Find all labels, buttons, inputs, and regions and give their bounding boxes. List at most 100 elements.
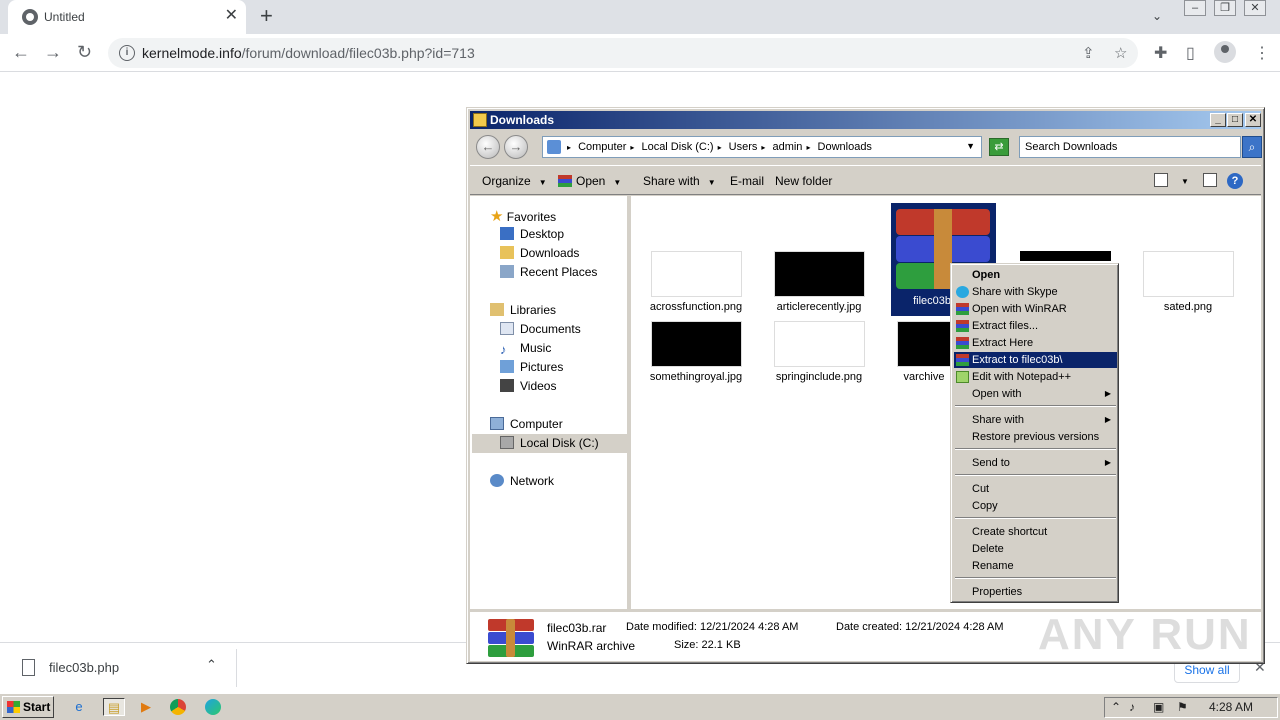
menu-restore-versions[interactable]: Restore previous versions [954, 429, 1117, 445]
share-icon[interactable]: ⇪ [1082, 44, 1095, 62]
close-window-icon[interactable]: ✕ [1244, 0, 1266, 16]
tab-search-icon[interactable]: ⌄ [1152, 9, 1162, 23]
new-tab-icon[interactable]: + [260, 4, 273, 28]
view-dropdown-icon[interactable]: ▼ [1181, 177, 1189, 186]
image-thumbnail [651, 321, 742, 367]
menu-share-with[interactable]: Share with ▶ [954, 412, 1117, 428]
tray-expand-icon[interactable]: ⌃ [1111, 700, 1121, 714]
details-modified: Date modified: 12/21/2024 4:28 AM [626, 621, 799, 633]
forward-icon[interactable]: → [504, 135, 528, 159]
menu-properties[interactable]: Properties [954, 584, 1117, 600]
nav-recent-places[interactable]: Recent Places [500, 265, 597, 279]
media-player-icon[interactable]: ▶ [137, 698, 155, 716]
side-panel-icon[interactable]: ▯ [1186, 43, 1195, 63]
browser-tab[interactable]: Untitled ✕ [8, 0, 246, 34]
nav-local-disk[interactable]: Local Disk (C:) [472, 434, 627, 453]
internet-explorer-icon[interactable]: e [70, 698, 88, 716]
start-button[interactable]: Start [2, 696, 54, 718]
menu-delete[interactable]: Delete [954, 541, 1117, 557]
explorer-window: Downloads _ □ ✕ ← → ▸ Computer ▸ Local Di… [466, 107, 1265, 664]
crumb-users[interactable]: Users [729, 141, 758, 153]
nav-computer[interactable]: Computer [490, 417, 563, 431]
menu-cut[interactable]: Cut [954, 481, 1117, 497]
nav-music[interactable]: ♪ Music [500, 341, 551, 356]
minimize-icon[interactable]: – [1184, 0, 1206, 16]
menu-send-to[interactable]: Send to ▶ [954, 455, 1117, 471]
reload-icon[interactable]: ↻ [77, 42, 92, 62]
nav-label: Local Disk (C:) [520, 436, 599, 450]
new-folder-button[interactable]: New folder [775, 174, 832, 188]
menu-label: Extract Here [972, 337, 1034, 349]
search-icon[interactable]: ⌕ [1242, 136, 1262, 158]
nav-libraries[interactable]: Libraries [490, 303, 556, 317]
file-list: acrossfunction.png articlerecently.jpg f… [631, 196, 1261, 609]
image-thumbnail[interactable] [1020, 251, 1111, 261]
menu-rename[interactable]: Rename [954, 558, 1117, 574]
menu-copy[interactable]: Copy [954, 498, 1117, 514]
crumb-admin[interactable]: admin [772, 141, 802, 153]
menu-separator [955, 474, 1116, 476]
window-titlebar[interactable]: Downloads _ □ ✕ [470, 111, 1261, 129]
menu-kebab-icon[interactable]: ⋮ [1254, 43, 1270, 63]
file-name: acrossfunction.png [649, 301, 743, 313]
profile-avatar[interactable] [1214, 41, 1236, 63]
nav-documents[interactable]: Documents [500, 322, 581, 336]
maximize-icon[interactable]: □ [1227, 113, 1243, 127]
menu-open-winrar[interactable]: Open with WinRAR [954, 301, 1117, 317]
organize-label: Organize [482, 174, 531, 188]
explorer-taskbar-icon[interactable]: ▤ [103, 698, 125, 716]
nav-videos[interactable]: Videos [500, 379, 556, 393]
close-tab-icon[interactable]: ✕ [225, 7, 238, 25]
site-info-icon[interactable]: i [119, 45, 135, 61]
breadcrumb[interactable]: ▸ Computer ▸ Local Disk (C:) ▸ Users ▸ admi… [542, 136, 982, 158]
share-with-button[interactable]: Share with ▼ [643, 174, 716, 188]
preview-pane-icon[interactable] [1203, 173, 1217, 187]
chevron-down-icon[interactable]: ▼ [966, 141, 975, 151]
nav-favorites[interactable]: ★ Favorites [490, 207, 556, 225]
menu-open[interactable]: Open [954, 267, 1117, 283]
action-center-flag-icon[interactable]: ⚑ [1177, 700, 1188, 714]
help-icon[interactable]: ? [1227, 173, 1243, 189]
email-button[interactable]: E-mail [730, 174, 764, 188]
restore-icon[interactable]: ❐ [1214, 0, 1236, 16]
crumb-local-disk[interactable]: Local Disk (C:) [641, 141, 713, 153]
chrome-icon[interactable] [170, 699, 186, 715]
open-button[interactable]: Open ▼ [558, 174, 621, 188]
back-icon[interactable]: ← [476, 135, 500, 159]
organize-button[interactable]: Organize ▼ [482, 174, 547, 188]
close-icon[interactable]: ✕ [1245, 113, 1261, 127]
menu-open-with[interactable]: Open with ▶ [954, 386, 1117, 402]
volume-icon[interactable]: ♪ [1129, 700, 1135, 714]
nav-label: Pictures [520, 360, 564, 374]
search-input[interactable]: Search Downloads [1019, 136, 1241, 158]
crumb-computer[interactable]: Computer [578, 141, 626, 153]
address-bar[interactable]: i kernelmode.info/forum/download/filec03… [108, 38, 1138, 68]
menu-create-shortcut[interactable]: Create shortcut [954, 524, 1117, 540]
extensions-icon[interactable]: ✚ [1154, 43, 1167, 63]
skype-icon [956, 286, 969, 298]
minimize-icon[interactable]: _ [1210, 113, 1226, 127]
nav-pictures[interactable]: Pictures [500, 360, 563, 374]
nav-downloads[interactable]: Downloads [500, 246, 579, 260]
edge-icon[interactable] [205, 699, 221, 715]
bookmark-star-icon[interactable]: ☆ [1114, 44, 1127, 62]
refresh-icon[interactable]: ⇄ [989, 138, 1009, 156]
menu-extract-to[interactable]: Extract to filec03b\ [954, 352, 1117, 368]
crumb-downloads[interactable]: Downloads [818, 141, 872, 153]
url-path: /forum/download/filec03b.php?id=713 [241, 45, 475, 61]
network-tray-icon[interactable]: ▣ [1153, 700, 1164, 714]
back-icon[interactable]: ← [12, 42, 30, 62]
forward-icon[interactable]: → [44, 42, 62, 62]
download-filename[interactable]: filec03b.php [49, 660, 119, 675]
menu-share-skype[interactable]: Share with Skype [954, 284, 1117, 300]
view-options-icon[interactable] [1154, 173, 1168, 187]
url-text[interactable]: kernelmode.info/forum/download/filec03b.… [142, 45, 475, 61]
clock[interactable]: 4:28 AM [1209, 700, 1253, 714]
menu-extract-here[interactable]: Extract Here [954, 335, 1117, 351]
menu-separator [955, 448, 1116, 450]
nav-desktop[interactable]: Desktop [500, 227, 564, 241]
nav-network[interactable]: Network [490, 474, 554, 488]
chevron-up-icon[interactable]: ⌃ [206, 657, 217, 673]
menu-extract-files[interactable]: Extract files... [954, 318, 1117, 334]
menu-edit-notepadpp[interactable]: Edit with Notepad++ [954, 369, 1117, 385]
